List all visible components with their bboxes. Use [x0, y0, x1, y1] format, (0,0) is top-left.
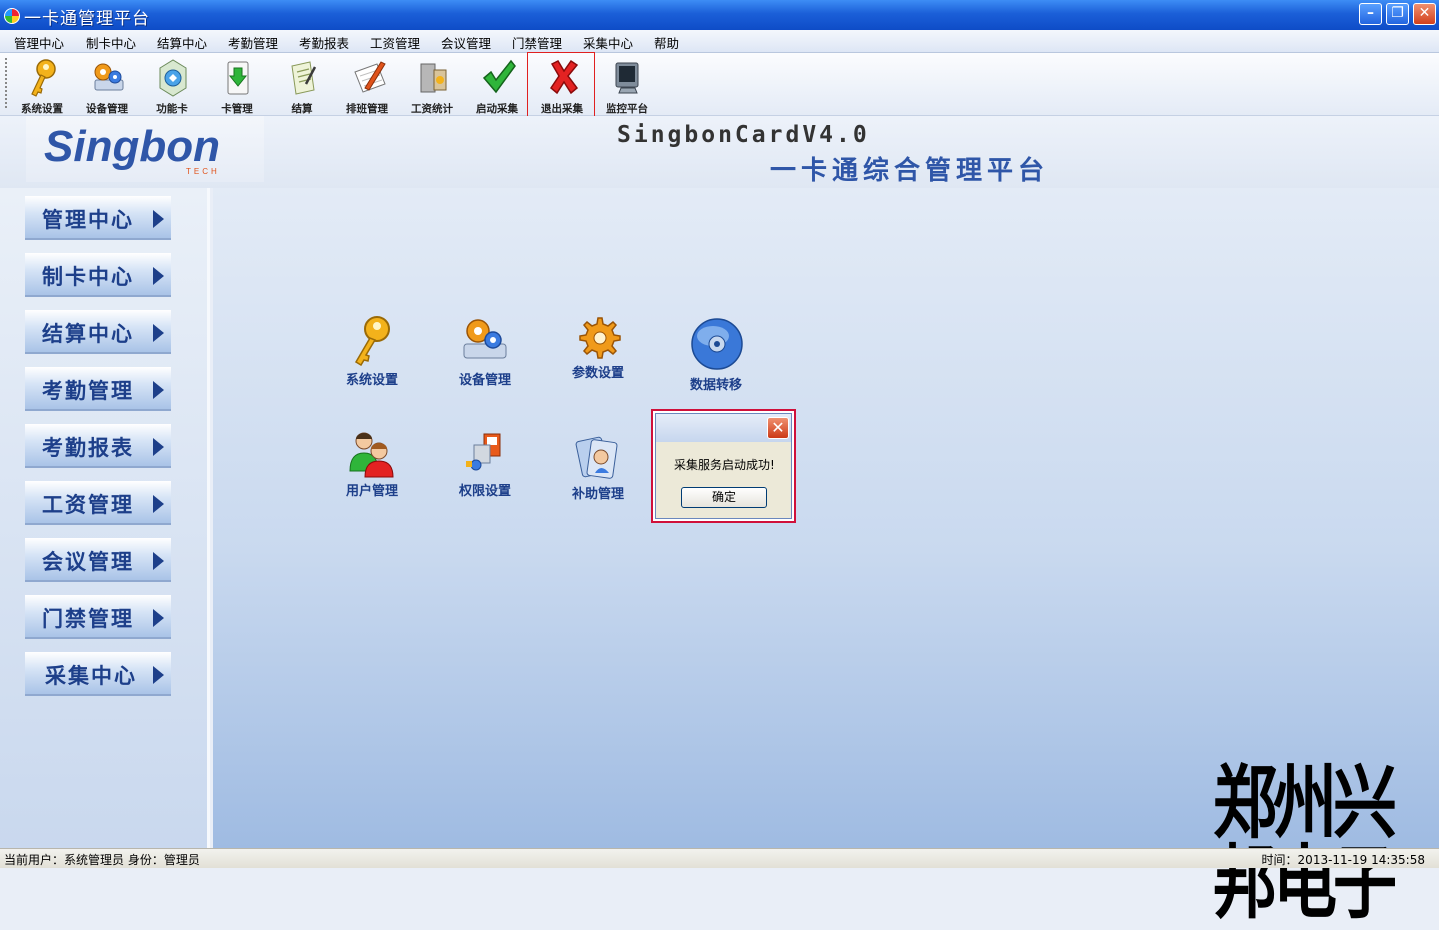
toolbar-exit-collection-button[interactable]: 退出采集: [531, 55, 593, 115]
menu-item-help[interactable]: 帮助: [654, 33, 679, 52]
menu-item-card-center[interactable]: 制卡中心: [86, 33, 136, 52]
current-user-status: 当前用户：系统管理员 身份：管理员: [4, 853, 200, 867]
dialog-close-button[interactable]: ✕: [767, 417, 789, 439]
arrow-right-icon: [153, 324, 164, 342]
singbon-logo: Singbon TECH: [26, 116, 264, 182]
menu-bar: 管理中心 制卡中心 结算中心 考勤管理 考勤报表 工资管理 会议管理 门禁管理 …: [0, 30, 1439, 53]
arrow-right-icon: [153, 609, 164, 627]
key-icon: [31, 59, 56, 97]
window-title: 一卡通管理平台: [24, 9, 150, 29]
sidebar-item-attendance[interactable]: 考勤管理: [25, 367, 171, 411]
users-icon: [349, 432, 394, 478]
main-panel: 系统设置 设备管理 参数设置 数据转移 用户管理 权限设置 补助管理 郑州兴邦电…: [213, 188, 1439, 924]
menu-item-meeting[interactable]: 会议管理: [441, 33, 491, 52]
menu-item-access-control[interactable]: 门禁管理: [512, 33, 562, 52]
arrow-right-icon: [153, 666, 164, 684]
arrow-right-icon: [153, 267, 164, 285]
minimize-button[interactable]: –: [1359, 3, 1382, 25]
banner: Singbon TECH SingbonCardV4.0 一卡通综合管理平台: [0, 116, 1439, 188]
maximize-button[interactable]: ❐: [1386, 3, 1409, 25]
disc-icon: [691, 318, 743, 370]
logo-subtext: TECH: [186, 167, 220, 176]
dialog-body: ✕ 采集服务启动成功! 确定: [655, 413, 792, 519]
toolbar-grip[interactable]: [5, 58, 7, 110]
function-card-icon: [159, 59, 187, 97]
close-button[interactable]: ✕: [1413, 3, 1436, 25]
menu-item-admin-center[interactable]: 管理中心: [14, 33, 64, 52]
platform-title: 一卡通综合管理平台: [770, 156, 1050, 186]
toolbar-salary-statistics-button[interactable]: 工资统计: [401, 55, 463, 115]
schedule-pen-icon: [354, 61, 386, 93]
gear-icon: [579, 317, 621, 359]
sidebar-item-admin-center[interactable]: 管理中心: [25, 196, 171, 240]
main-data-transfer[interactable]: 数据转移: [661, 314, 771, 394]
toolbar-system-settings-button[interactable]: 系统设置: [11, 55, 73, 115]
menu-item-salary[interactable]: 工资管理: [370, 33, 420, 52]
dialog-title-bar[interactable]: ✕: [656, 414, 791, 442]
permission-icon: [466, 433, 501, 471]
main-subsidy-management[interactable]: 补助管理: [543, 431, 653, 511]
clock-status: 时间：2013-11-19 14:35:58: [1261, 853, 1425, 867]
dialog-ok-button[interactable]: 确定: [681, 487, 767, 508]
toolbar-function-card-button[interactable]: 功能卡: [141, 55, 203, 115]
monitor-icon: [615, 62, 639, 94]
status-bar: 当前用户：系统管理员 身份：管理员 时间：2013-11-19 14:35:58: [0, 848, 1439, 868]
sidebar-item-card-center[interactable]: 制卡中心: [25, 253, 171, 297]
toolbar-card-management-button[interactable]: 卡管理: [206, 55, 268, 115]
sidebar-item-access-control[interactable]: 门禁管理: [25, 595, 171, 639]
main-device-management[interactable]: 设备管理: [430, 314, 540, 394]
main-system-settings[interactable]: 系统设置: [317, 314, 427, 394]
sidebar-item-meeting[interactable]: 会议管理: [25, 538, 171, 582]
company-watermark: 郑州兴邦电子: [1213, 757, 1397, 930]
toolbar-start-collection-button[interactable]: 启动采集: [466, 55, 528, 115]
sidebar-item-attendance-report[interactable]: 考勤报表: [25, 424, 171, 468]
logo-text: Singbon: [44, 122, 220, 171]
menu-item-collection-center[interactable]: 采集中心: [583, 33, 633, 52]
menu-item-settlement-center[interactable]: 结算中心: [157, 33, 207, 52]
toolbar-shift-scheduling-button[interactable]: 排班管理: [336, 55, 398, 115]
red-x-icon: [550, 59, 579, 95]
menu-item-attendance[interactable]: 考勤管理: [228, 33, 278, 52]
sidebar-item-collection-center[interactable]: 采集中心: [25, 652, 171, 696]
app-logo-icon: [4, 8, 20, 24]
sidebar: 管理中心 制卡中心 结算中心 考勤管理 考勤报表 工资管理 会议管理 门禁管理 …: [0, 188, 210, 848]
main-parameter-settings[interactable]: 参数设置: [543, 314, 653, 394]
settlement-note-icon: [291, 61, 317, 95]
devices-gear-icon: [463, 319, 507, 359]
toolbar-settlement-button[interactable]: 结算: [271, 55, 333, 115]
arrow-right-icon: [153, 210, 164, 228]
sidebar-item-salary[interactable]: 工资管理: [25, 481, 171, 525]
arrow-right-icon: [153, 381, 164, 399]
toolbar: 系统设置 设备管理 功能卡 卡管理 结算 排班管理 工资统计 启动采集 退出采集…: [0, 53, 1439, 116]
dialog-message: 采集服务启动成功!: [674, 458, 775, 472]
devices-gear-icon: [94, 63, 124, 91]
download-card-icon: [227, 61, 249, 95]
toolbar-device-management-button[interactable]: 设备管理: [76, 55, 138, 115]
toolbar-monitor-platform-button[interactable]: 监控平台: [596, 55, 658, 115]
title-bar: 一卡通管理平台 – ❐ ✕: [0, 0, 1439, 30]
product-version-title: SingbonCardV4.0: [617, 122, 870, 148]
subsidy-card-icon: [575, 436, 618, 479]
sidebar-item-settlement-center[interactable]: 结算中心: [25, 310, 171, 354]
main-user-management[interactable]: 用户管理: [317, 431, 427, 511]
menu-item-attendance-report[interactable]: 考勤报表: [299, 33, 349, 52]
arrow-right-icon: [153, 438, 164, 456]
arrow-right-icon: [153, 495, 164, 513]
arrow-right-icon: [153, 552, 164, 570]
salary-stats-icon: [420, 63, 447, 93]
main-permission-settings[interactable]: 权限设置: [430, 431, 540, 511]
message-dialog: ✕ 采集服务启动成功! 确定: [651, 409, 796, 523]
check-mark-icon: [482, 59, 516, 94]
key-icon: [354, 316, 390, 366]
